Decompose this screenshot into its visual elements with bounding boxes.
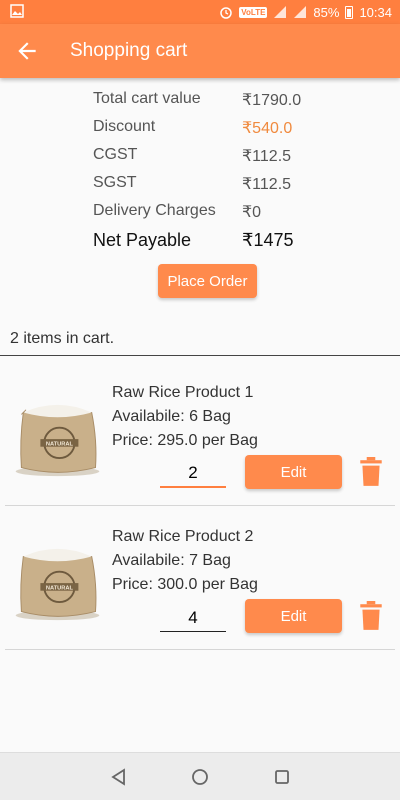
summary-label: Discount <box>93 118 156 135</box>
svg-text:NATURAL: NATURAL <box>46 441 74 447</box>
summary-label: Total cart value <box>93 90 201 107</box>
signal-icon-2 <box>294 6 307 18</box>
summary-label: SGST <box>93 174 137 191</box>
page-title: Shopping cart <box>70 40 188 61</box>
item-availability: Availabile: 7 Bag <box>112 552 231 569</box>
summary-value: ₹112.5 <box>242 176 292 193</box>
delete-icon[interactable] <box>358 601 384 631</box>
recents-square-icon[interactable] <box>273 768 291 786</box>
items-count: 2 items in cart. <box>10 330 115 347</box>
volte-badge: VoLTE <box>239 6 268 18</box>
edit-button[interactable]: Edit <box>245 455 342 489</box>
svg-text:NATURAL: NATURAL <box>46 585 74 591</box>
delete-icon[interactable] <box>358 457 384 487</box>
item-divider <box>5 649 395 650</box>
cart-item: NATURAL Raw Rice Product 2 Availabile: 7… <box>0 506 400 650</box>
summary-row-total: Total cart value ₹1790.0 <box>93 90 333 118</box>
alarm-icon <box>220 7 233 19</box>
home-circle-icon[interactable] <box>191 768 209 786</box>
summary-row-discount: Discount ₹540.0 <box>93 118 333 146</box>
summary-value: ₹0 <box>242 204 262 221</box>
image-icon <box>10 4 24 18</box>
summary-row-net-payable: Net Payable ₹1475 <box>93 230 333 260</box>
summary-value: ₹112.5 <box>242 148 292 165</box>
summary-value: ₹1790.0 <box>242 92 302 109</box>
app-bar: Shopping cart <box>0 24 400 78</box>
net-payable-value: ₹1475 <box>242 230 294 250</box>
status-time: 10:34 <box>359 4 392 20</box>
arrow-back-icon[interactable] <box>14 38 40 64</box>
summary-row-cgst: CGST ₹112.5 <box>93 146 333 174</box>
quantity-input[interactable] <box>160 604 226 632</box>
item-availability: Availabile: 6 Bag <box>112 408 231 425</box>
cart-item: NATURAL Raw Rice Product 1 Availabile: 6… <box>0 362 400 506</box>
summary-row-delivery: Delivery Charges ₹0 <box>93 202 333 230</box>
item-price: Price: 300.0 per Bag <box>112 576 258 593</box>
summary-label: CGST <box>93 146 138 163</box>
back-triangle-icon[interactable] <box>110 768 128 786</box>
summary-label: Delivery Charges <box>93 202 216 219</box>
rice-bag-image: NATURAL <box>15 404 100 477</box>
summary-value: ₹540.0 <box>242 120 293 137</box>
place-order-button[interactable]: Place Order <box>158 264 257 298</box>
cart-summary: Total cart value ₹1790.0 Discount ₹540.0… <box>93 90 333 260</box>
summary-row-sgst: SGST ₹112.5 <box>93 174 333 202</box>
item-name: Raw Rice Product 1 <box>112 384 254 401</box>
item-name: Raw Rice Product 2 <box>112 528 254 545</box>
edit-button[interactable]: Edit <box>245 599 342 633</box>
net-payable-label: Net Payable <box>93 230 192 250</box>
rice-bag-image: NATURAL <box>15 548 100 621</box>
system-nav-bar <box>0 752 400 800</box>
signal-icon <box>274 6 287 18</box>
quantity-input[interactable] <box>160 460 226 488</box>
item-price: Price: 295.0 per Bag <box>112 432 258 449</box>
battery-icon <box>345 5 354 19</box>
status-bar: VoLTE 85% 10:34 <box>0 0 400 24</box>
divider <box>0 355 400 356</box>
battery-percentage: 85% <box>313 4 340 20</box>
